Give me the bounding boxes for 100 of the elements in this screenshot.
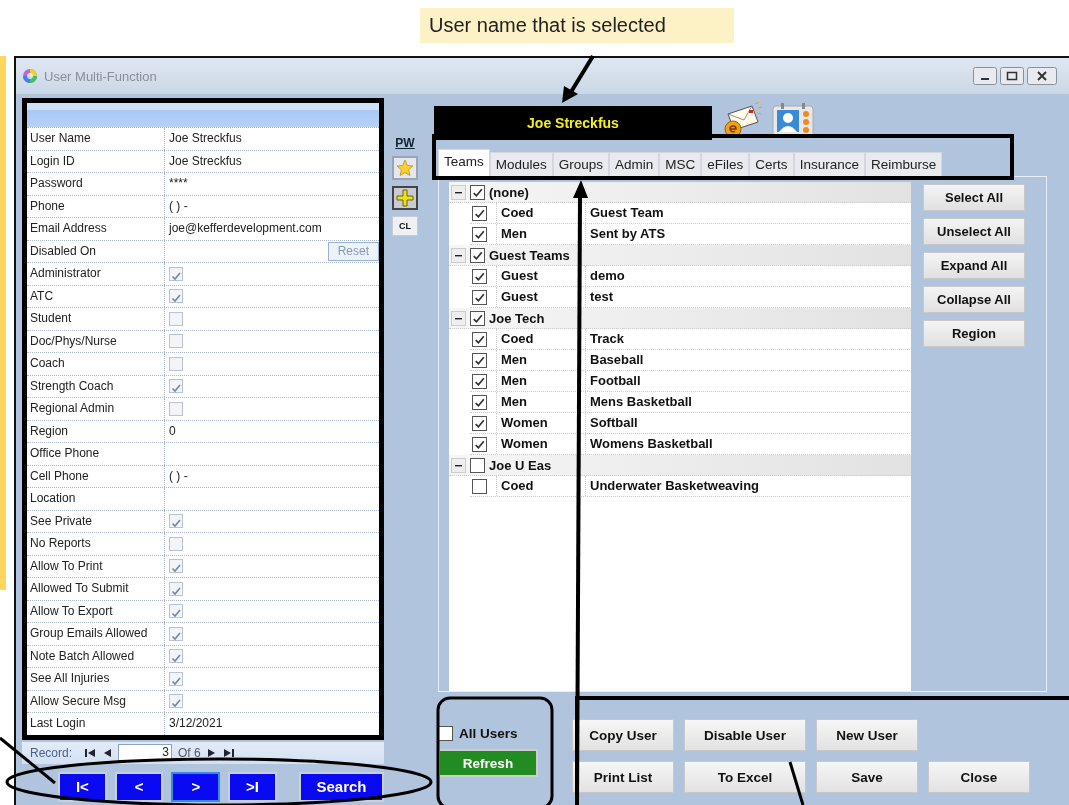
nav-button[interactable]: > xyxy=(171,771,221,802)
checkbox[interactable] xyxy=(472,373,487,389)
checkbox-label: All Users xyxy=(459,726,518,741)
checkbox[interactable] xyxy=(470,247,485,263)
cl-button[interactable]: CL xyxy=(392,216,418,236)
checkbox[interactable] xyxy=(472,436,487,452)
action-button[interactable]: Print List xyxy=(572,761,674,793)
collapse-toggle[interactable] xyxy=(451,457,466,473)
group-row[interactable]: Joe Tech xyxy=(449,308,911,329)
checkbox[interactable] xyxy=(169,671,183,686)
table-cell-text: demo xyxy=(589,267,626,285)
property-label: Phone xyxy=(27,195,165,217)
checkbox[interactable] xyxy=(169,289,183,304)
checkbox[interactable] xyxy=(169,266,183,281)
checkbox[interactable] xyxy=(470,457,485,473)
add-button[interactable] xyxy=(392,186,418,210)
action-button[interactable]: Copy User xyxy=(572,719,674,751)
property-label: Coach xyxy=(27,353,165,375)
annotation-line xyxy=(788,761,805,805)
checkbox[interactable] xyxy=(472,352,487,368)
checkbox[interactable] xyxy=(472,268,487,284)
tab[interactable]: Reimburse xyxy=(864,152,943,176)
property-label: See All Injuries xyxy=(27,668,165,690)
checkbox[interactable] xyxy=(472,226,487,242)
property-label: No Reports xyxy=(27,533,165,555)
property-label: User Name xyxy=(27,128,165,150)
maximize-icon[interactable] xyxy=(1000,67,1024,85)
property-value: Joe Streckfus xyxy=(168,130,243,147)
collapse-toggle[interactable] xyxy=(451,310,466,326)
property-value: joe@kefferdevelopment.com xyxy=(167,220,323,237)
checkbox[interactable] xyxy=(472,415,487,431)
star-button[interactable] xyxy=(392,156,418,180)
property-value: ( ) - xyxy=(168,467,189,485)
property-label: Password xyxy=(27,173,165,195)
table-cell: Coed xyxy=(497,476,586,496)
nav-button[interactable]: < xyxy=(114,771,164,802)
tab[interactable]: Insurance xyxy=(793,152,865,176)
side-button[interactable]: Unselect All xyxy=(923,218,1025,245)
checkbox[interactable] xyxy=(169,356,183,371)
side-button[interactable]: Collapse All xyxy=(923,286,1025,313)
nav-button[interactable]: >I xyxy=(228,771,277,802)
action-button[interactable]: To Excel xyxy=(684,761,806,793)
minimize-icon[interactable] xyxy=(973,67,997,85)
table-cell-text: Track xyxy=(589,330,625,348)
refresh-button[interactable]: Refresh xyxy=(438,749,538,777)
checkbox[interactable] xyxy=(169,334,183,349)
last-record-icon[interactable] xyxy=(222,746,235,759)
collapse-toggle[interactable] xyxy=(451,247,466,263)
action-button[interactable]: New User xyxy=(816,719,918,751)
property-label: Doc/Phys/Nurse xyxy=(27,330,165,352)
checkbox[interactable] xyxy=(169,649,183,664)
tab[interactable]: Admin xyxy=(609,152,660,176)
checkbox[interactable] xyxy=(169,559,183,574)
side-button[interactable]: Select All xyxy=(923,184,1025,211)
property-label: Login ID xyxy=(27,150,165,172)
close-icon[interactable] xyxy=(1027,67,1057,85)
checkbox[interactable] xyxy=(472,331,487,347)
checkbox[interactable] xyxy=(169,514,183,529)
checkbox[interactable] xyxy=(470,184,485,200)
checkbox[interactable] xyxy=(169,311,183,326)
checkbox[interactable] xyxy=(470,310,485,326)
tab[interactable]: eFiles xyxy=(701,152,750,176)
group-row[interactable]: Guest Teams xyxy=(449,245,911,266)
checkbox[interactable] xyxy=(472,289,487,305)
property-value: 3/12/2021 xyxy=(168,715,224,732)
property-label: Location xyxy=(27,488,165,510)
property-value: Joe Streckfus xyxy=(168,152,243,170)
next-record-icon[interactable] xyxy=(206,746,217,759)
previous-record-icon[interactable] xyxy=(102,746,113,759)
tab[interactable]: Modules xyxy=(489,152,553,176)
collapse-toggle[interactable] xyxy=(451,184,466,200)
side-button[interactable]: Region xyxy=(923,320,1025,347)
property-label: ATC xyxy=(27,285,165,307)
side-button[interactable]: Expand All xyxy=(923,252,1025,279)
checkbox[interactable] xyxy=(472,205,487,221)
tab[interactable]: Groups xyxy=(552,152,610,176)
first-record-icon[interactable] xyxy=(84,746,97,759)
checkbox[interactable] xyxy=(169,379,183,394)
tab[interactable]: Teams xyxy=(438,149,490,176)
checkbox[interactable] xyxy=(472,394,487,410)
action-button[interactable]: Close xyxy=(928,761,1030,793)
checkbox[interactable] xyxy=(169,536,183,551)
checkbox[interactable] xyxy=(169,604,183,619)
group-row[interactable]: (none) xyxy=(449,182,911,203)
tab[interactable]: MSC xyxy=(659,152,702,176)
property-label: Email Address xyxy=(27,218,165,240)
checkbox[interactable] xyxy=(169,694,183,709)
pw-link[interactable]: PW xyxy=(395,136,415,150)
tab[interactable]: Certs xyxy=(749,152,794,176)
property-label: Last Login xyxy=(27,713,165,735)
checkbox[interactable] xyxy=(169,581,183,596)
checkbox[interactable] xyxy=(472,478,487,494)
group-row[interactable]: Joe U Eas xyxy=(449,455,911,476)
nav-button[interactable]: I< xyxy=(58,771,107,802)
action-button[interactable]: Save xyxy=(816,761,918,793)
checkbox[interactable] xyxy=(169,626,183,641)
action-button[interactable]: Disable User xyxy=(684,719,806,751)
property-label: Region xyxy=(27,420,165,442)
nav-button[interactable]: Search xyxy=(298,771,385,802)
checkbox[interactable] xyxy=(169,401,183,416)
